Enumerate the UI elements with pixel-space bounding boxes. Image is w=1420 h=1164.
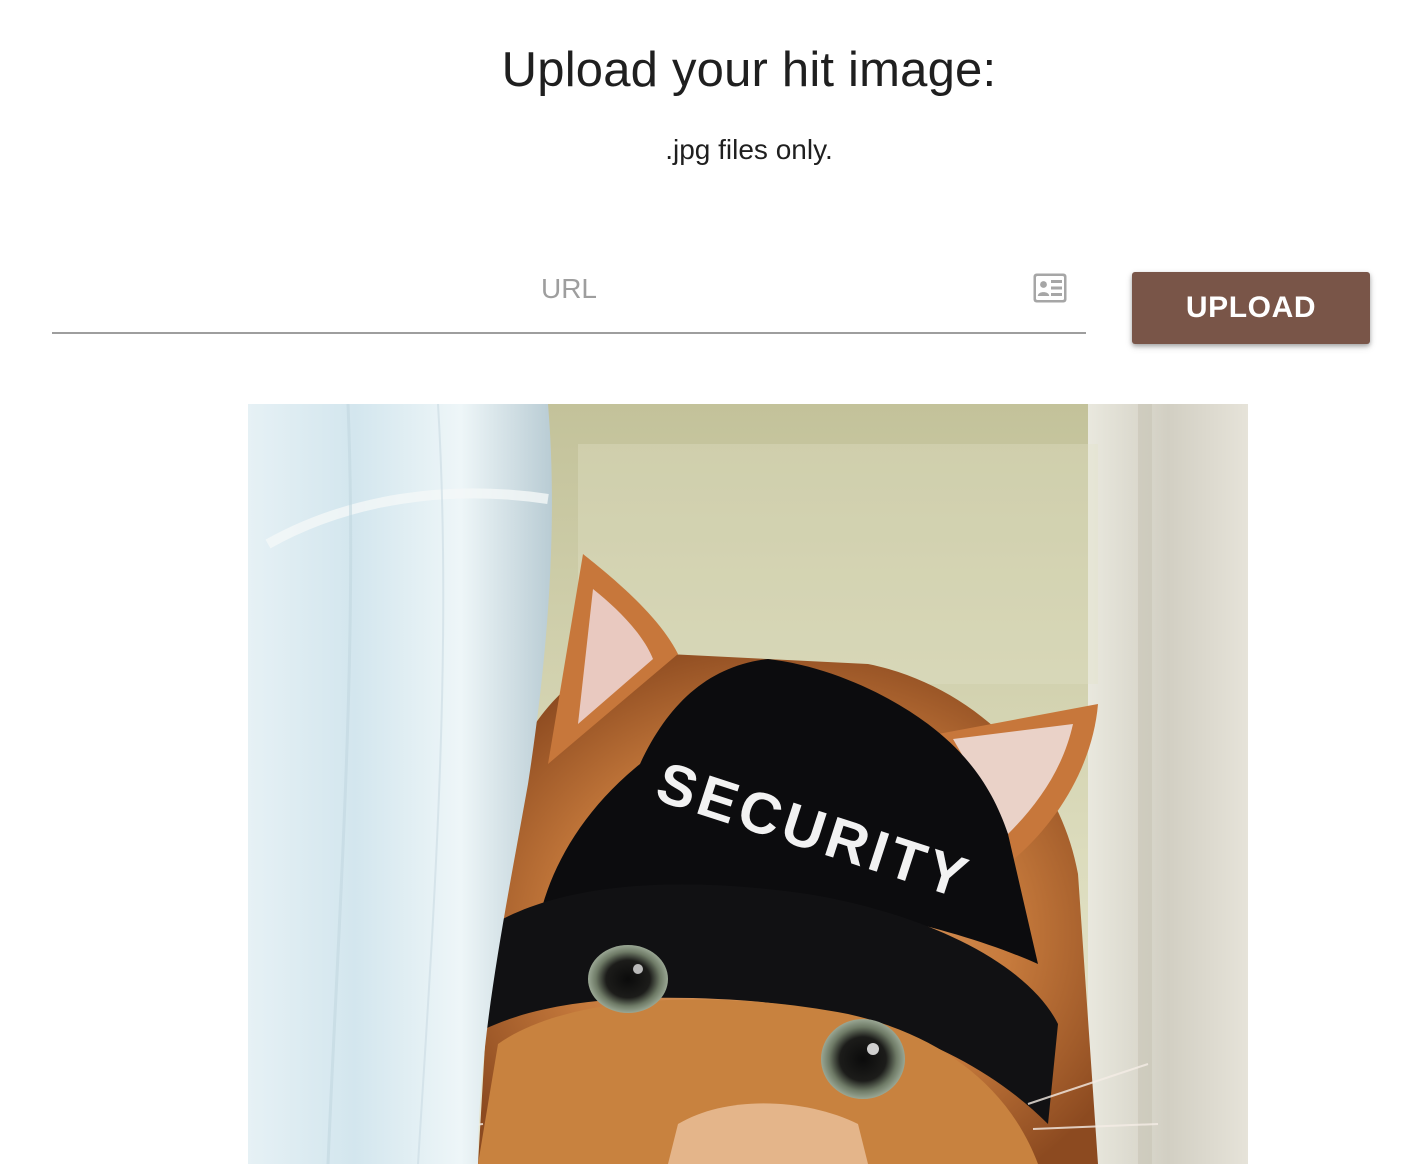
- page-title: Upload your hit image:: [501, 43, 997, 97]
- url-input[interactable]: [52, 262, 1086, 316]
- contact-card-icon: [1033, 273, 1067, 303]
- cat-security-hat-image: SECURITY: [248, 404, 1248, 1164]
- file-type-hint: .jpg files only.: [665, 134, 833, 165]
- upload-page: Upload your hit image: .jpg files only. …: [0, 0, 1420, 1164]
- upload-button[interactable]: UPLOAD: [1132, 272, 1370, 344]
- url-field: [52, 262, 1086, 334]
